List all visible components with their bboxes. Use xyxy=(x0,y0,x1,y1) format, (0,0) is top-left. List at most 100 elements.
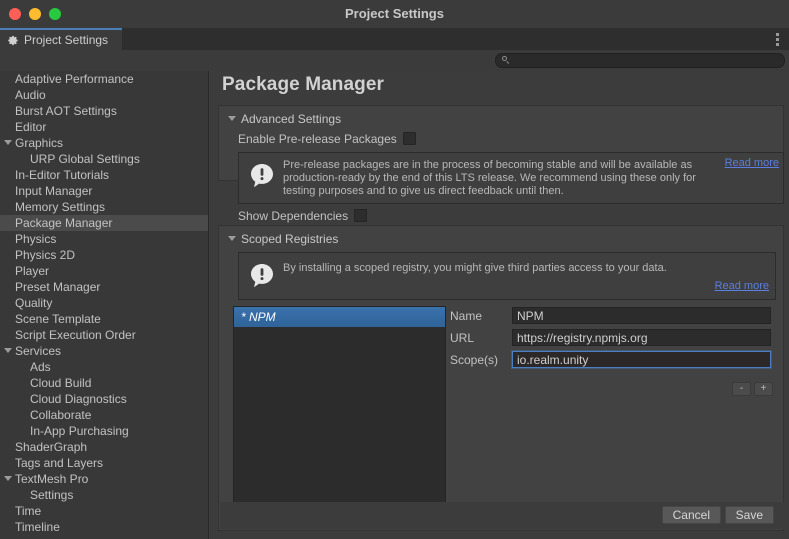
sidebar-item-burst-aot-settings[interactable]: Burst AOT Settings xyxy=(0,103,208,119)
scope-buttons: - + xyxy=(732,382,773,396)
sidebar-item-collaborate[interactable]: Collaborate xyxy=(0,407,208,423)
sidebar-item-textmesh-pro[interactable]: TextMesh Pro xyxy=(0,471,208,487)
save-button[interactable]: Save xyxy=(725,506,774,524)
sidebar-item-adaptive-performance[interactable]: Adaptive Performance xyxy=(0,71,208,87)
sidebar-item-graphics[interactable]: Graphics xyxy=(0,135,208,151)
chevron-down-icon xyxy=(228,236,236,241)
sidebar-item-preset-manager[interactable]: Preset Manager xyxy=(0,279,208,295)
sidebar-item-player[interactable]: Player xyxy=(0,263,208,279)
show-dependencies-checkbox[interactable] xyxy=(354,209,367,222)
sidebar-item-shadergraph[interactable]: ShaderGraph xyxy=(0,439,208,455)
scoped-help-box: By installing a scoped registry, you mig… xyxy=(238,252,776,300)
registry-list[interactable]: * NPM - + xyxy=(233,306,446,525)
chevron-down-icon xyxy=(4,476,12,481)
sidebar-item-cloud-diagnostics[interactable]: Cloud Diagnostics xyxy=(0,391,208,407)
sidebar-item-script-execution-order[interactable]: Script Execution Order xyxy=(0,327,208,343)
show-dependencies-row: Show Dependencies xyxy=(238,207,367,224)
sidebar-item-editor[interactable]: Editor xyxy=(0,119,208,135)
registry-detail-form: Name URL Scope(s) - + xyxy=(450,306,776,525)
settings-sidebar[interactable]: Adaptive Performance Audio Burst AOT Setti… xyxy=(0,71,209,539)
sidebar-item-label: Physics 2D xyxy=(15,248,75,262)
sidebar-item-audio[interactable]: Audio xyxy=(0,87,208,103)
sidebar-item-label: Player xyxy=(15,264,49,278)
sidebar-item-label: Cloud Build xyxy=(30,376,91,390)
sidebar-item-label: Graphics xyxy=(15,136,63,150)
sidebar-item-label: Audio xyxy=(15,88,46,102)
chevron-down-icon xyxy=(4,140,12,145)
sidebar-item-label: Editor xyxy=(15,120,46,134)
prerelease-help-text: Pre-release packages are in the process … xyxy=(283,159,708,198)
sidebar-item-label: Tags and Layers xyxy=(15,456,103,470)
enable-prerelease-checkbox[interactable] xyxy=(403,132,416,145)
chevron-down-icon xyxy=(228,116,236,121)
kebab-dot xyxy=(776,38,779,41)
sidebar-item-ads[interactable]: Ads xyxy=(0,359,208,375)
enable-prerelease-row: Enable Pre-release Packages xyxy=(238,130,416,147)
prerelease-help-box: Pre-release packages are in the process … xyxy=(238,152,784,204)
registry-scopes-label: Scope(s) xyxy=(450,353,512,367)
sidebar-item-timeline[interactable]: Timeline xyxy=(0,519,208,535)
window-titlebar: Project Settings xyxy=(0,0,789,29)
scoped-registries-foldout[interactable]: Scoped Registries xyxy=(228,231,338,247)
advanced-settings-foldout[interactable]: Advanced Settings xyxy=(228,111,341,127)
kebab-menu-icon[interactable] xyxy=(770,32,784,47)
scoped-read-more-link[interactable]: Read more xyxy=(715,280,769,292)
registry-name-label: Name xyxy=(450,309,512,323)
sidebar-item-label: Quality xyxy=(15,296,52,310)
sidebar-item-services[interactable]: Services xyxy=(0,343,208,359)
search-row xyxy=(0,50,789,72)
gear-icon xyxy=(8,35,19,46)
sidebar-item-label: Physics xyxy=(15,232,56,246)
registry-url-row: URL xyxy=(450,328,771,347)
sidebar-item-label: Timeline xyxy=(15,520,60,534)
sidebar-item-label: Time xyxy=(15,504,41,518)
sidebar-item-label: Scene Template xyxy=(15,312,101,326)
sidebar-item-quality[interactable]: Quality xyxy=(0,295,208,311)
registry-url-input[interactable] xyxy=(512,329,771,346)
remove-scope-button[interactable]: - xyxy=(732,382,751,396)
sidebar-item-label: ShaderGraph xyxy=(15,440,87,454)
scoped-registries-section: Scoped Registries By installing a scoped… xyxy=(218,225,784,531)
sidebar-item-settings[interactable]: Settings xyxy=(0,487,208,503)
show-dependencies-label: Show Dependencies xyxy=(238,209,348,223)
sidebar-item-label: Ads xyxy=(30,360,51,374)
sidebar-item-package-manager[interactable]: Package Manager xyxy=(0,215,208,231)
registry-scopes-input[interactable] xyxy=(512,351,771,368)
kebab-dot xyxy=(776,33,779,36)
search-icon xyxy=(502,56,511,65)
prerelease-read-more-link[interactable]: Read more xyxy=(725,157,779,169)
sidebar-item-input-manager[interactable]: Input Manager xyxy=(0,183,208,199)
sidebar-item-in-editor-tutorials[interactable]: In-Editor Tutorials xyxy=(0,167,208,183)
sidebar-item-time[interactable]: Time xyxy=(0,503,208,519)
cancel-button[interactable]: Cancel xyxy=(662,506,721,524)
sidebar-item-physics-2d[interactable]: Physics 2D xyxy=(0,247,208,263)
tab-project-settings[interactable]: Project Settings xyxy=(0,28,122,50)
sidebar-item-physics[interactable]: Physics xyxy=(0,231,208,247)
registry-scopes-row: Scope(s) xyxy=(450,350,771,369)
window-title: Project Settings xyxy=(0,0,789,28)
sidebar-item-urp-global-settings[interactable]: URP Global Settings xyxy=(0,151,208,167)
sidebar-item-cloud-build[interactable]: Cloud Build xyxy=(0,375,208,391)
sidebar-item-label: Burst AOT Settings xyxy=(15,104,117,118)
main-content-panel: Package Manager Advanced Settings Enable… xyxy=(209,71,789,539)
tab-label: Project Settings xyxy=(24,33,108,47)
sidebar-item-tags-and-layers[interactable]: Tags and Layers xyxy=(0,455,208,471)
registry-list-item[interactable]: * NPM xyxy=(234,307,445,327)
sidebar-item-memory-settings[interactable]: Memory Settings xyxy=(0,199,208,215)
registry-url-label: URL xyxy=(450,331,512,345)
advanced-settings-label: Advanced Settings xyxy=(241,112,341,126)
sidebar-item-in-app-purchasing[interactable]: In-App Purchasing xyxy=(0,423,208,439)
add-scope-button[interactable]: + xyxy=(754,382,773,396)
sidebar-item-label: Services xyxy=(15,344,61,358)
registry-name-input[interactable] xyxy=(512,307,771,324)
kebab-dot xyxy=(776,43,779,46)
search-input[interactable] xyxy=(511,55,770,67)
search-box[interactable] xyxy=(495,53,785,68)
warning-icon xyxy=(248,162,276,190)
sidebar-item-label: Adaptive Performance xyxy=(15,72,134,86)
scoped-registries-label: Scoped Registries xyxy=(241,232,338,246)
registry-action-bar: Cancel Save xyxy=(220,502,784,529)
sidebar-item-scene-template[interactable]: Scene Template xyxy=(0,311,208,327)
tab-strip: Project Settings xyxy=(0,28,789,51)
scoped-help-text: By installing a scoped registry, you mig… xyxy=(283,262,753,275)
